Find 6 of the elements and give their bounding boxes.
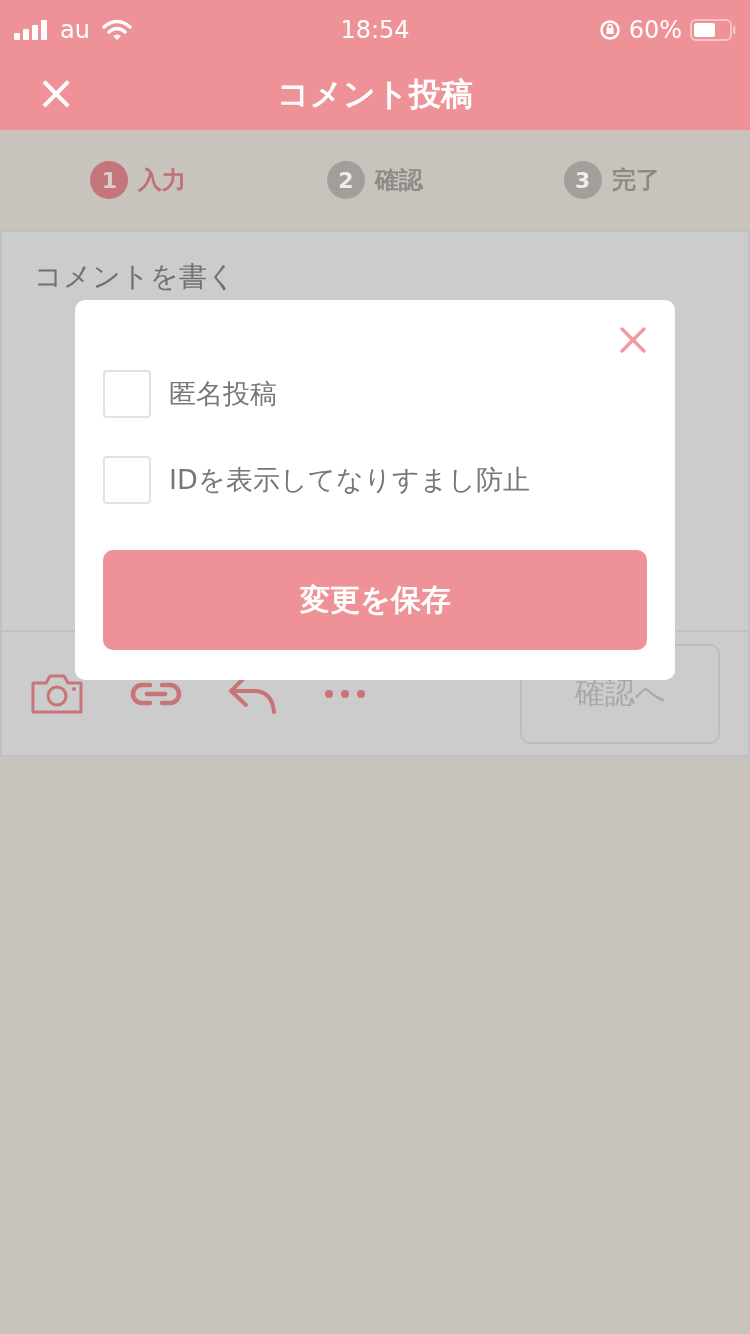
- option-label: 匿名投稿: [169, 377, 277, 411]
- status-time: 18:54: [340, 16, 410, 44]
- battery-percent: 60%: [628, 16, 682, 44]
- option-label: IDを表示してなりすまし防止: [169, 463, 530, 497]
- page-title: コメント投稿: [277, 74, 473, 115]
- carrier-name: au: [60, 16, 90, 44]
